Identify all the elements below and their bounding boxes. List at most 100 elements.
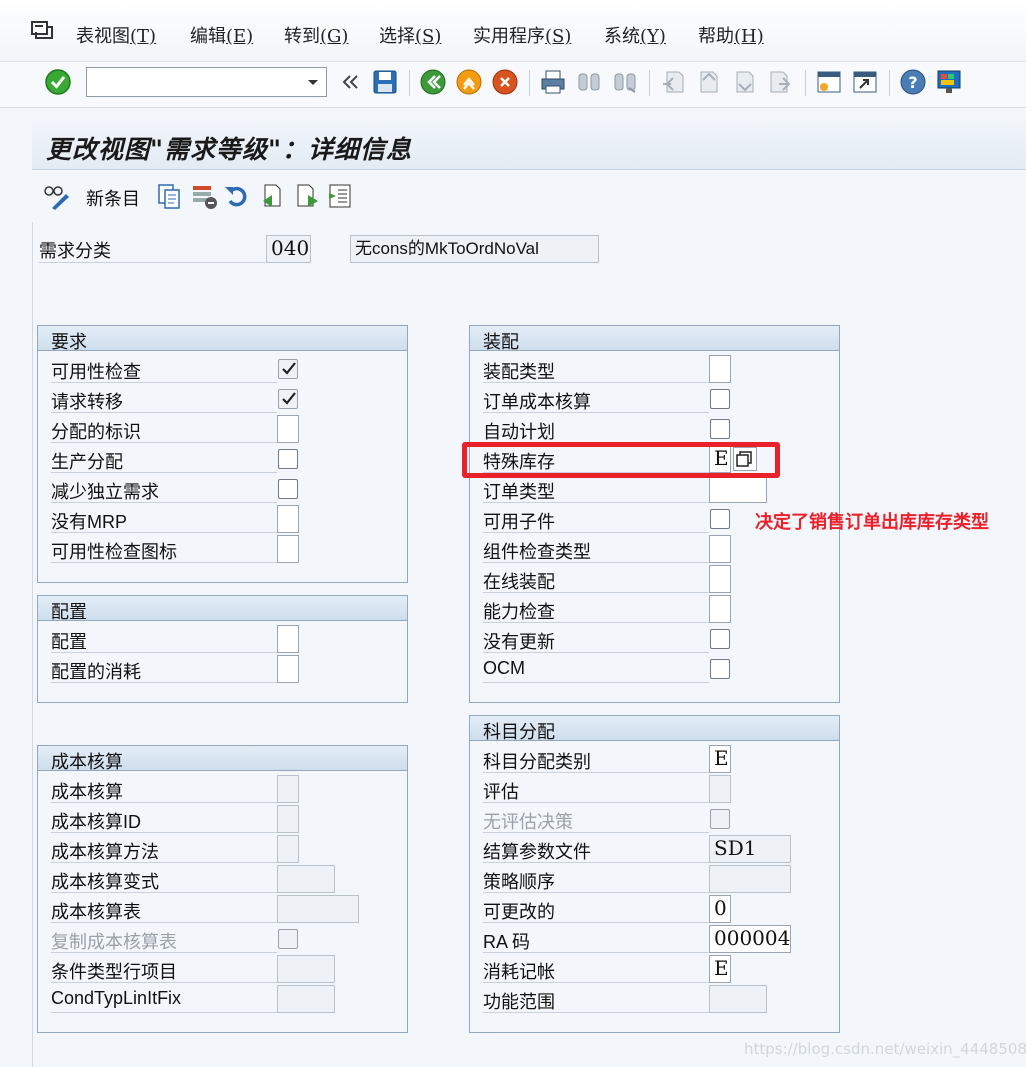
component-check-type-field[interactable] bbox=[709, 535, 731, 563]
menu-table-view[interactable]: 表视图(T) bbox=[76, 22, 156, 48]
configuration-consumption-field[interactable] bbox=[277, 655, 299, 683]
costing-id-label: 成本核算ID bbox=[51, 812, 141, 832]
toolbar-separator bbox=[529, 70, 530, 96]
field-underline bbox=[51, 652, 277, 653]
first-page-icon[interactable] bbox=[659, 68, 687, 96]
previous-page-icon[interactable] bbox=[695, 68, 723, 96]
svg-text:?: ? bbox=[908, 73, 917, 92]
next-page-icon[interactable] bbox=[731, 68, 759, 96]
field-underline bbox=[51, 892, 277, 893]
menu-selection[interactable]: 选择(S) bbox=[379, 22, 441, 48]
condition-type-line-item-field bbox=[277, 955, 335, 983]
title-bar: 更改视图"需求等级"：详细信息 bbox=[32, 118, 1026, 170]
order-costing-checkbox[interactable] bbox=[710, 389, 730, 409]
table-view-menu-icon[interactable] bbox=[30, 20, 56, 42]
assembly-type-field[interactable] bbox=[709, 355, 731, 383]
requirements-class-code: 040 bbox=[266, 235, 311, 263]
previous-entry-icon[interactable] bbox=[258, 182, 286, 210]
delete-icon[interactable] bbox=[190, 182, 218, 210]
ra-key-field[interactable]: 000004 bbox=[709, 925, 791, 953]
ocm-label: OCM bbox=[483, 658, 525, 678]
group-header: 要求 bbox=[38, 326, 407, 353]
field-underline bbox=[51, 412, 277, 413]
find-next-icon[interactable] bbox=[611, 68, 639, 96]
availability-check-checkbox bbox=[278, 359, 298, 379]
ocm-checkbox[interactable] bbox=[710, 659, 730, 679]
costing-sheet-field bbox=[277, 895, 359, 923]
next-entry-icon[interactable] bbox=[293, 182, 321, 210]
display-change-icon[interactable] bbox=[42, 182, 70, 210]
save-icon[interactable] bbox=[371, 68, 399, 96]
no-mrp-field[interactable] bbox=[277, 505, 299, 533]
reduce-independent-reqs-label: 减少独立需求 bbox=[51, 482, 159, 503]
functional-area-label: 功能范围 bbox=[483, 992, 555, 1013]
menu-edit[interactable]: 编辑(E) bbox=[190, 22, 253, 48]
order-type-field[interactable] bbox=[709, 475, 767, 503]
customize-layout-icon[interactable] bbox=[935, 68, 963, 96]
assignment-indicator-field bbox=[277, 415, 299, 443]
copy-costing-sheet-label: 复制成本核算表 bbox=[51, 932, 177, 953]
field-underline bbox=[483, 1012, 709, 1013]
consumption-posting-field[interactable]: E bbox=[709, 955, 731, 983]
order-type-label: 订单类型 bbox=[483, 482, 555, 503]
find-icon[interactable] bbox=[575, 68, 603, 96]
production-allocation-label: 生产分配 bbox=[51, 452, 123, 473]
group-title: 装配 bbox=[483, 332, 519, 353]
order-costing-label: 订单成本核算 bbox=[483, 392, 591, 413]
exit-icon[interactable] bbox=[455, 68, 483, 96]
menu-system[interactable]: 系统(Y) bbox=[604, 22, 666, 48]
menu-utilities[interactable]: 实用程序(S) bbox=[473, 22, 571, 48]
strategy-sequence-field bbox=[709, 865, 791, 893]
changeable-field[interactable]: 0 bbox=[709, 895, 731, 923]
help-icon[interactable]: ? bbox=[899, 68, 927, 96]
chevron-down-icon bbox=[308, 80, 318, 85]
new-entries-button[interactable]: 新条目 bbox=[86, 185, 140, 211]
capacity-check-field[interactable] bbox=[709, 595, 731, 623]
annotation-text: 决定了销售订单出库库存类型 bbox=[755, 512, 989, 533]
cancel-icon[interactable] bbox=[491, 68, 519, 96]
group-header: 装配 bbox=[470, 326, 839, 353]
copy-as-icon[interactable] bbox=[155, 182, 183, 210]
enter-check-icon[interactable] bbox=[44, 68, 72, 96]
online-assembly-field[interactable] bbox=[709, 565, 731, 593]
checkmark-icon bbox=[282, 362, 296, 375]
field-underline bbox=[483, 922, 709, 923]
field-underline bbox=[483, 382, 709, 383]
command-dropdown-button[interactable] bbox=[300, 68, 326, 96]
last-page-icon[interactable] bbox=[767, 68, 795, 96]
generate-shortcut-icon[interactable] bbox=[851, 68, 879, 96]
costing-sheet-label: 成本核算表 bbox=[51, 902, 141, 923]
reduce-independent-reqs-checkbox[interactable] bbox=[278, 479, 298, 499]
menu-goto[interactable]: 转到(G) bbox=[284, 22, 348, 48]
create-session-icon[interactable] bbox=[815, 68, 843, 96]
group-title: 配置 bbox=[51, 602, 87, 623]
back-icon[interactable] bbox=[419, 68, 447, 96]
toolbar-separator bbox=[649, 70, 650, 96]
field-underline bbox=[483, 592, 709, 593]
select-block-icon[interactable] bbox=[326, 182, 354, 210]
field-underline bbox=[51, 532, 277, 533]
costing-method-field bbox=[277, 835, 299, 863]
consumption-posting-label: 消耗记帐 bbox=[483, 962, 555, 983]
configuration-field[interactable] bbox=[277, 625, 299, 653]
field-underline bbox=[51, 1012, 277, 1013]
group-title: 要求 bbox=[51, 332, 87, 353]
no-update-checkbox[interactable] bbox=[710, 629, 730, 649]
auto-planning-checkbox[interactable] bbox=[710, 419, 730, 439]
production-allocation-checkbox[interactable] bbox=[278, 449, 298, 469]
menu-help[interactable]: 帮助(H) bbox=[698, 22, 764, 48]
field-underline bbox=[483, 622, 709, 623]
field-underline bbox=[483, 832, 709, 833]
costing-method-label: 成本核算方法 bbox=[51, 842, 159, 863]
double-chevron-left-icon[interactable] bbox=[336, 68, 364, 96]
account-assignment-category-field[interactable]: E bbox=[709, 745, 731, 773]
availability-check-icon-field[interactable] bbox=[277, 535, 299, 563]
ra-key-label: RA 码 bbox=[483, 932, 531, 952]
undo-change-icon[interactable] bbox=[223, 182, 251, 210]
field-underline bbox=[51, 862, 277, 863]
field-underline bbox=[483, 412, 709, 413]
print-icon[interactable] bbox=[539, 68, 567, 96]
available-components-checkbox[interactable] bbox=[710, 509, 730, 529]
command-field[interactable] bbox=[86, 67, 327, 97]
watermark: https://blog.csdn.net/weixin_44485086 bbox=[744, 1040, 1026, 1058]
